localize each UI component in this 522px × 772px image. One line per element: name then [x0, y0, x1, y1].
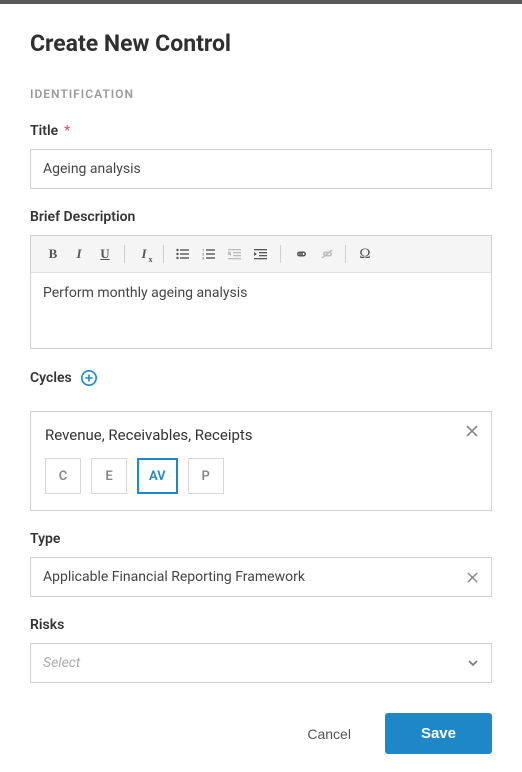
bullet-list-button[interactable] — [171, 243, 195, 265]
description-field: Brief Description B I U Ix 123 — [30, 209, 492, 349]
clear-type-button[interactable] — [466, 571, 479, 584]
link-button[interactable] — [288, 243, 312, 265]
numbered-list-button[interactable]: 123 — [197, 243, 221, 265]
type-label: Type — [30, 531, 60, 547]
save-button[interactable]: Save — [385, 713, 492, 754]
add-cycle-button[interactable] — [80, 369, 98, 387]
indent-button[interactable] — [249, 243, 273, 265]
toolbar-separator — [124, 245, 125, 263]
plus-circle-icon — [80, 369, 98, 387]
cycle-group-box: Revenue, Receivables, Receipts C E AV P — [30, 411, 492, 511]
toolbar-separator — [345, 245, 346, 263]
unlink-button[interactable] — [314, 243, 338, 265]
unlink-icon — [319, 248, 334, 260]
close-icon — [466, 571, 479, 584]
special-char-button[interactable]: Ω — [353, 243, 377, 265]
svg-text:3: 3 — [202, 256, 204, 261]
underline-button[interactable]: U — [93, 243, 117, 265]
description-label: Brief Description — [30, 209, 135, 225]
section-label-identification: IDENTIFICATION — [30, 87, 492, 101]
cycle-pill-av[interactable]: AV — [137, 458, 178, 494]
cycles-field: Cycles Revenue, Receivables, Receipts C … — [30, 369, 492, 511]
link-icon — [293, 248, 308, 260]
clear-formatting-button[interactable]: Ix — [132, 243, 156, 265]
toolbar-separator — [280, 245, 281, 263]
bullet-list-icon — [176, 248, 190, 260]
title-field: Title * — [30, 123, 492, 189]
remove-cycle-button[interactable] — [465, 424, 479, 438]
form-panel: Create New Control IDENTIFICATION Title … — [0, 4, 522, 683]
title-label: Title — [30, 123, 58, 139]
toolbar-separator — [163, 245, 164, 263]
required-indicator: * — [64, 123, 70, 139]
risks-placeholder: Select — [43, 655, 80, 671]
page-title: Create New Control — [30, 30, 492, 57]
risks-select[interactable]: Select — [30, 643, 492, 683]
risks-label: Risks — [30, 617, 64, 633]
italic-button[interactable]: I — [67, 243, 91, 265]
bold-button[interactable]: B — [41, 243, 65, 265]
type-select[interactable]: Applicable Financial Reporting Framework — [30, 557, 492, 597]
cancel-button[interactable]: Cancel — [293, 716, 365, 752]
description-editor[interactable]: Perform monthly ageing analysis — [30, 273, 492, 349]
footer-actions: Cancel Save — [293, 713, 492, 754]
risks-field: Risks Select — [30, 617, 492, 683]
type-field: Type Applicable Financial Reporting Fram… — [30, 531, 492, 597]
title-input[interactable] — [30, 149, 492, 189]
outdent-button[interactable] — [223, 243, 247, 265]
close-icon — [465, 424, 479, 438]
indent-icon — [254, 248, 268, 260]
cycles-label: Cycles — [30, 370, 72, 386]
cycle-pill-e[interactable]: E — [91, 458, 127, 494]
cycle-pill-c[interactable]: C — [45, 458, 81, 494]
outdent-icon — [228, 248, 242, 260]
numbered-list-icon: 123 — [202, 248, 216, 260]
rich-text-toolbar: B I U Ix 123 — [30, 235, 492, 273]
cycle-group-title: Revenue, Receivables, Receipts — [45, 426, 477, 444]
chevron-down-icon — [467, 657, 479, 669]
cycle-pill-p[interactable]: P — [188, 458, 224, 494]
cycle-assertion-row: C E AV P — [45, 458, 477, 494]
type-value: Applicable Financial Reporting Framework — [43, 569, 305, 585]
